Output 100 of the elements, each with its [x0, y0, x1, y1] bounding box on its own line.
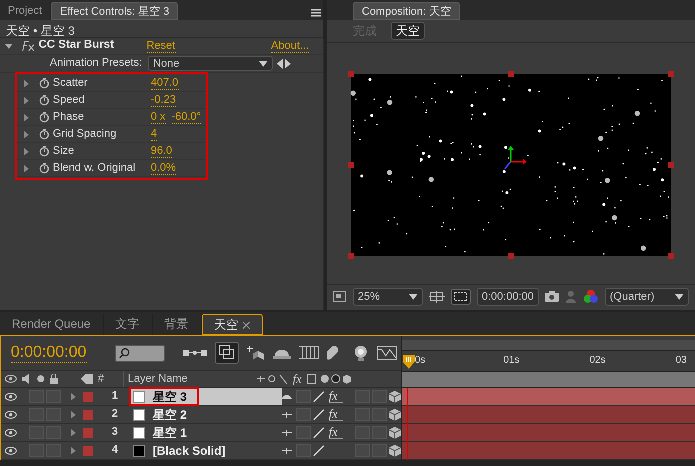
playhead-icon[interactable]: [403, 355, 415, 370]
layer-name: 星空 2: [153, 406, 188, 424]
panel-menu-icon[interactable]: [309, 8, 323, 20]
label-color-swatch[interactable]: [83, 428, 93, 438]
fx-icon[interactable]: [20, 40, 36, 52]
caret-icon: [409, 294, 418, 300]
shy-switch-icon[interactable]: [282, 448, 292, 454]
eye-icon: [5, 375, 17, 383]
3d-cube-icon[interactable]: [389, 390, 401, 402]
layer-name: 星空 3: [153, 388, 188, 406]
effects-switch[interactable]: fx: [329, 426, 343, 439]
eye-icon[interactable]: [5, 410, 17, 418]
light-bulb-icon[interactable]: [352, 345, 369, 361]
property-value[interactable]: 407.0: [151, 76, 179, 90]
breadcrumb: 天空 • 星空 3: [0, 20, 323, 38]
property-value[interactable]: 0 x: [151, 110, 166, 124]
disclosure-triangle-icon[interactable]: [4, 42, 14, 50]
panel-tab[interactable]: Effect Controls: 星空 3: [51, 2, 178, 20]
presets-dropdown[interactable]: None: [148, 56, 274, 71]
search-field[interactable]: [114, 344, 165, 362]
close-icon[interactable]: [242, 322, 250, 330]
rgb-channels-icon[interactable]: [583, 289, 599, 304]
film-strip-icon[interactable]: [298, 345, 319, 361]
layer-number: 2: [110, 407, 120, 422]
layer-number: 4: [110, 443, 120, 458]
quality-slash-icon[interactable]: [313, 390, 325, 402]
column-header: Layer Name: [123, 370, 251, 388]
timecode-field[interactable]: 0:00:00:00: [477, 288, 539, 306]
frame-blend-icon[interactable]: [214, 342, 239, 364]
timecode[interactable]: 0:00:00:00: [11, 344, 87, 362]
zoom-dropdown[interactable]: 25%: [353, 288, 423, 306]
property-name: Scatter: [53, 76, 89, 91]
column-header: fx: [293, 373, 302, 385]
property-name: Size: [53, 144, 76, 159]
eye-icon[interactable]: [5, 446, 17, 454]
time-ruler-label: 02s: [590, 354, 606, 368]
layer-name-cell[interactable]: [Black Solid]: [129, 442, 282, 459]
time-ruler-label: 03: [676, 354, 687, 368]
sparkle-cube-icon[interactable]: [246, 345, 265, 361]
axis-gizmo-icon[interactable]: [503, 146, 527, 172]
stopwatch-icon[interactable]: [39, 112, 50, 122]
3d-cube-icon[interactable]: [389, 444, 401, 456]
quality-slash-icon[interactable]: [313, 444, 325, 456]
layer-name-cell[interactable]: 星空 2: [129, 406, 282, 423]
region-icon[interactable]: [333, 290, 347, 302]
layer-duration-bar[interactable]: [402, 388, 695, 406]
property-name: Speed: [53, 92, 86, 108]
shy-switch-icon[interactable]: [282, 412, 292, 418]
node-graph-icon[interactable]: [182, 347, 207, 359]
layer-number: 1: [110, 389, 120, 404]
quality-slash-icon[interactable]: [313, 408, 325, 420]
stopwatch-icon[interactable]: [39, 162, 50, 174]
effects-switch[interactable]: fx: [329, 408, 343, 421]
label-color-swatch[interactable]: [83, 392, 93, 402]
stopwatch-icon[interactable]: [39, 94, 50, 106]
camera-icon[interactable]: [545, 291, 559, 302]
resolution-dropdown[interactable]: (Quarter): [605, 288, 689, 306]
3d-cube-icon[interactable]: [389, 408, 401, 420]
stopwatch-icon[interactable]: [39, 128, 50, 140]
switch-column-icons: [256, 374, 288, 384]
panel-tab[interactable]: Composition: 天空: [353, 2, 460, 20]
stopwatch-icon[interactable]: [39, 146, 50, 156]
column-header: #: [98, 372, 106, 387]
label-color-swatch[interactable]: [83, 446, 93, 456]
property-value[interactable]: -0.23: [151, 94, 176, 106]
layer-number: 3: [110, 425, 120, 440]
about-link[interactable]: About...: [271, 40, 310, 52]
graph-editor-icon[interactable]: [376, 346, 397, 360]
label-color-swatch[interactable]: [83, 410, 93, 420]
time-ruler-label: 01s: [504, 354, 520, 368]
eye-icon[interactable]: [5, 392, 17, 400]
previous-arrow-icon[interactable]: [277, 58, 284, 68]
caret-icon: [259, 60, 268, 66]
panel-tab[interactable]: 天空: [202, 314, 263, 335]
quality-slash-icon[interactable]: [313, 426, 325, 438]
layer-name-cell[interactable]: 星空 3: [129, 388, 282, 405]
label-tag-icon: [81, 374, 93, 384]
3d-cube-icon[interactable]: [389, 426, 401, 438]
flowchart-item[interactable]: 天空: [391, 22, 425, 40]
speaker-icon: [22, 374, 32, 384]
transparency-grid-icon[interactable]: [451, 288, 471, 304]
fit-frame-icon[interactable]: [429, 290, 445, 304]
eye-icon[interactable]: [5, 428, 17, 436]
reset-link[interactable]: Reset: [146, 40, 176, 52]
layer-name-cell[interactable]: 星空 1: [129, 424, 282, 441]
stopwatch-icon[interactable]: [39, 78, 50, 88]
shy-switch-icon[interactable]: [282, 394, 292, 400]
search-icon: [118, 348, 130, 358]
property-value[interactable]: 0.0%: [151, 162, 176, 174]
property-value[interactable]: 4: [151, 128, 158, 140]
shy-switch-icon[interactable]: [282, 430, 292, 436]
effects-switch[interactable]: fx: [329, 390, 343, 403]
property-name: Blend w. Original: [53, 160, 137, 176]
property-value[interactable]: -60.0°: [172, 110, 202, 124]
property-name: Grid Spacing: [53, 126, 118, 142]
property-value[interactable]: 96.0: [151, 144, 172, 158]
time-ruler-label: 0s: [415, 354, 426, 368]
effect-name: CC Star Burst: [38, 38, 116, 54]
next-arrow-icon[interactable]: [285, 58, 292, 68]
layer-name: 星空 1: [153, 424, 188, 442]
